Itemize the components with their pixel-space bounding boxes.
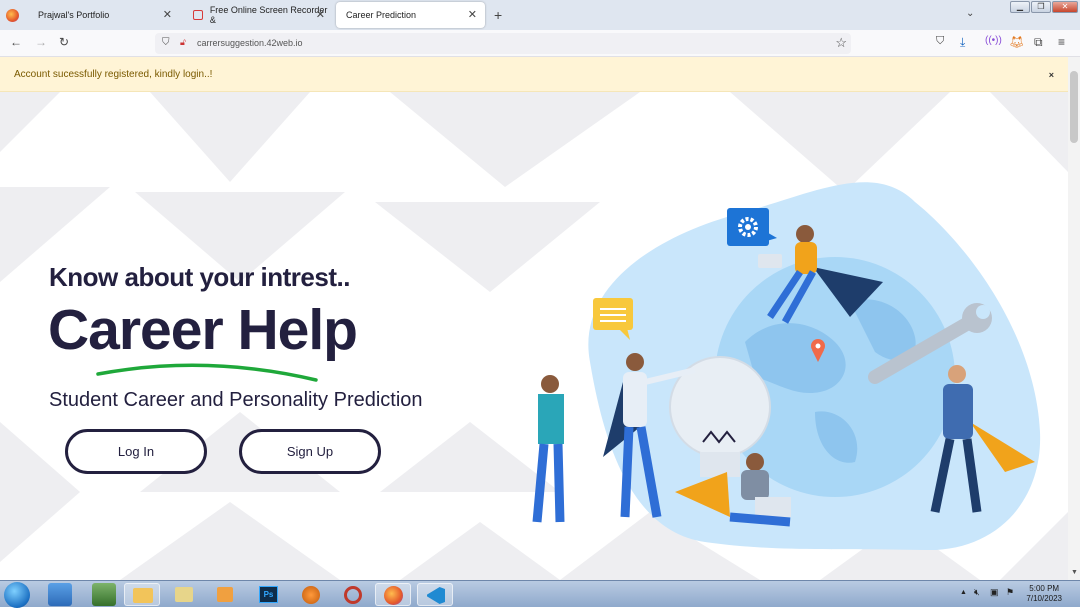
taskbar-photoshop-icon[interactable]: Ps: [251, 583, 287, 606]
bookmark-star-icon[interactable]: ☆: [835, 35, 847, 51]
browser-nav-bar: ← → ↻ ⛉ 🔓︎ carrersuggestion.42web.io ☆ ⛉…: [0, 30, 1080, 57]
pocket-icon[interactable]: ⛉: [936, 35, 944, 48]
title-underline-swoosh: [96, 363, 318, 382]
tab-label: Free Online Screen Recorder &: [209, 5, 328, 25]
clock-time: 5:00 PM: [1029, 584, 1060, 593]
tab-portfolio[interactable]: Prajwal's Portfolio ✕: [28, 2, 180, 28]
taskbar-clock[interactable]: 5:00 PM 7/10/2023: [1026, 584, 1062, 604]
alert-message: Account sucessfully registered, kindly l…: [14, 69, 213, 80]
page-scrollbar[interactable]: ▼: [1068, 57, 1080, 580]
window-controls: ▁ ❐ ✕: [1010, 1, 1078, 13]
shield-icon[interactable]: ⛉: [162, 37, 170, 48]
tray-flag-icon[interactable]: ⚑: [1006, 587, 1014, 598]
tray-volume-icon[interactable]: 🔇︎: [974, 587, 980, 598]
signup-button[interactable]: Sign Up: [239, 429, 381, 474]
hero-subtitle: Student Career and Personality Predictio…: [49, 389, 423, 411]
tray-show-hidden-icon[interactable]: ▲: [960, 589, 967, 596]
browser-tab-bar: Prajwal's Portfolio ✕ Free Online Screen…: [0, 0, 1080, 30]
taskbar-app-icon[interactable]: [92, 583, 116, 606]
back-arrow-icon[interactable]: ←: [10, 35, 22, 49]
taskbar-control-panel-icon[interactable]: [48, 583, 72, 606]
minimize-icon[interactable]: ▁: [1010, 1, 1030, 13]
extension-purple-icon[interactable]: ((•)): [985, 35, 1002, 46]
close-icon[interactable]: ✕: [163, 8, 172, 21]
taskbar-media-player-icon[interactable]: [208, 583, 244, 606]
windows-taskbar: Ps ▲ 🔇︎ ▣ ⚑ 5:00 PM 7/10/2023: [0, 580, 1080, 608]
extensions-puzzle-icon[interactable]: ⧉: [1034, 35, 1043, 50]
alert-close-icon[interactable]: ×: [1049, 70, 1054, 80]
taskbar-tool-icon[interactable]: [335, 583, 371, 606]
page-title: Career Help: [48, 298, 358, 362]
scroll-down-icon[interactable]: ▼: [1071, 569, 1078, 576]
start-button-windows-icon[interactable]: [4, 582, 30, 608]
forward-arrow-icon[interactable]: →: [35, 35, 47, 49]
tray-network-icon[interactable]: ▣: [990, 587, 999, 598]
taskbar-explorer-icon[interactable]: [124, 583, 160, 606]
hero-section: Know about your intrest.. Career Help St…: [0, 92, 1068, 580]
taskbar-vscode-icon[interactable]: [417, 583, 453, 606]
lock-icon[interactable]: 🔓︎: [180, 37, 186, 48]
tab-label: Career Prediction: [346, 10, 417, 20]
taskbar-fl-studio-icon[interactable]: [293, 583, 329, 606]
metamask-fox-icon[interactable]: 🦊︎: [1009, 35, 1024, 49]
recorder-favicon-icon: [193, 10, 203, 20]
new-tab-plus-icon[interactable]: +: [494, 7, 502, 23]
url-text[interactable]: carrersuggestion.42web.io: [197, 38, 303, 48]
address-bar[interactable]: ⛉ 🔓︎ carrersuggestion.42web.io ☆: [155, 33, 851, 54]
restore-icon[interactable]: ❐: [1031, 1, 1051, 13]
close-icon[interactable]: ✕: [468, 8, 477, 21]
tab-list-chevron-down-icon[interactable]: ⌄: [966, 8, 974, 19]
scrollbar-thumb[interactable]: [1070, 71, 1078, 143]
taskbar-folder-icon[interactable]: [167, 583, 203, 606]
reload-icon[interactable]: ↻: [59, 35, 69, 49]
hero-tagline: Know about your intrest..: [49, 262, 350, 292]
taskbar-firefox-icon[interactable]: [375, 583, 411, 606]
download-icon[interactable]: ⤓: [960, 35, 965, 50]
tab-screen-recorder[interactable]: Free Online Screen Recorder & ✕: [183, 2, 333, 28]
hamburger-menu-icon[interactable]: ≡: [1058, 35, 1065, 49]
man-standing-left-figure: [532, 375, 565, 523]
registration-success-alert: Account sucessfully registered, kindly l…: [0, 57, 1068, 92]
tab-career-prediction[interactable]: Career Prediction ✕: [336, 2, 485, 28]
window-close-icon[interactable]: ✕: [1052, 1, 1078, 13]
login-button[interactable]: Log In: [65, 429, 207, 474]
clock-date: 7/10/2023: [1026, 594, 1062, 603]
tab-label: Prajwal's Portfolio: [38, 10, 110, 20]
firefox-menu-icon[interactable]: [6, 9, 19, 22]
career-illustration: [532, 182, 1041, 551]
close-icon[interactable]: ✕: [316, 8, 325, 21]
